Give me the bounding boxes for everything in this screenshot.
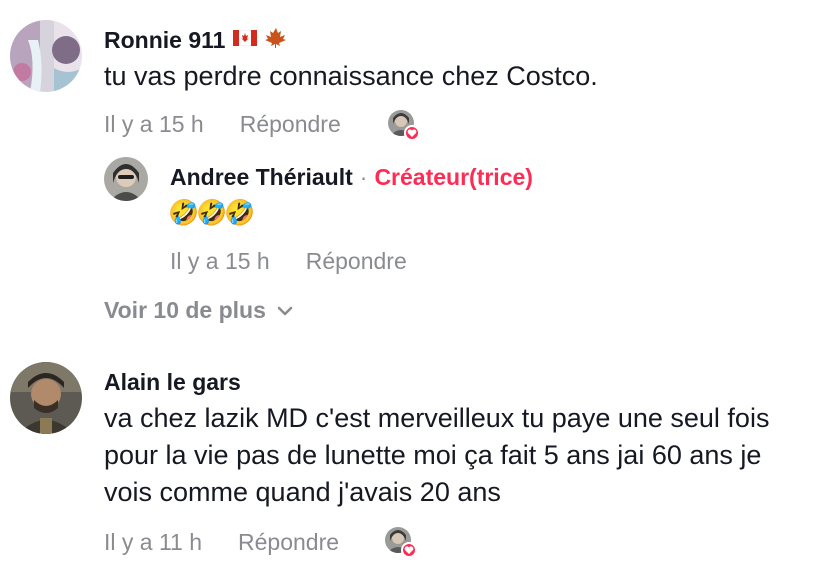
reply-header: Andree Thériault · Créateur(trice) <box>170 164 533 191</box>
avatar[interactable] <box>10 20 82 92</box>
comment-header: Ronnie 911 <box>104 27 287 54</box>
timestamp: Il y a 11 h <box>104 529 203 555</box>
comment-text: va chez lazik MD c'est merveilleux tu pa… <box>104 403 770 507</box>
maple-leaf-icon <box>265 27 287 54</box>
heart-icon <box>404 125 420 141</box>
chevron-down-icon <box>276 304 294 322</box>
reply-button[interactable]: Répondre <box>240 111 341 138</box>
creator-liked-icon <box>385 527 417 558</box>
username[interactable]: Ronnie 911 <box>104 27 225 54</box>
reply-text: 🤣🤣🤣 <box>168 199 255 227</box>
timestamp: Il y a 15 h <box>104 111 204 137</box>
heart-icon <box>401 542 417 558</box>
comment-text: tu vas perdre connaissance chez Costco. <box>104 61 598 91</box>
avatar[interactable] <box>10 362 82 434</box>
username[interactable]: Alain le gars <box>104 369 241 396</box>
creator-badge: Créateur(trice) <box>374 164 533 190</box>
reply-button[interactable]: Répondre <box>238 529 339 556</box>
separator: · <box>359 164 368 190</box>
username[interactable]: Andree Thériault <box>170 164 353 191</box>
reply-button[interactable]: Répondre <box>306 248 407 275</box>
creator-liked-icon <box>388 110 420 141</box>
comment-meta: Il y a 11 h Répondre <box>104 529 339 556</box>
view-more-replies[interactable]: Voir 10 de plus <box>104 297 294 324</box>
timestamp: Il y a 15 h <box>170 248 270 274</box>
avatar[interactable] <box>104 157 148 201</box>
canada-flag-icon <box>232 29 258 51</box>
view-more-label[interactable]: Voir 10 de plus <box>104 297 266 324</box>
comment-meta: Il y a 15 h Répondre <box>104 111 341 138</box>
reply-meta: Il y a 15 h Répondre <box>170 248 407 275</box>
